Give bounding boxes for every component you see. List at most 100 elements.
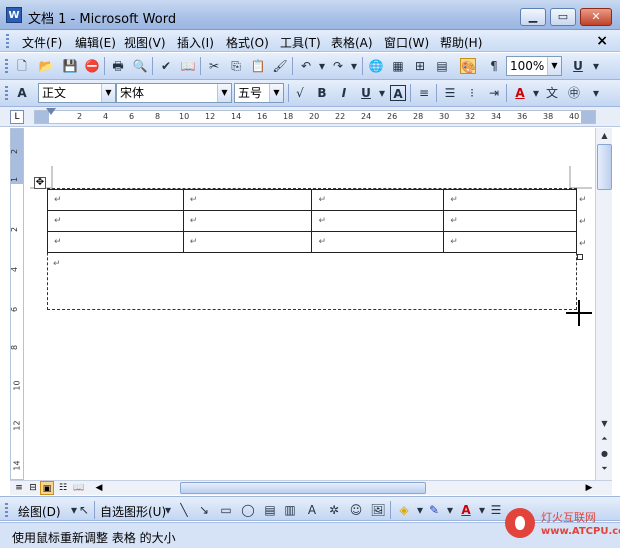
- line-color-icon[interactable]: ✎: [426, 502, 442, 518]
- print-layout-icon[interactable]: ▣: [40, 481, 54, 495]
- table-cell[interactable]: ↵: [311, 210, 445, 232]
- new-document-icon[interactable]: 🗋: [14, 58, 30, 74]
- undo-dropdown-icon[interactable]: ▾: [314, 58, 330, 74]
- close-document-button[interactable]: ×: [596, 33, 608, 49]
- undo-icon[interactable]: ↶: [298, 58, 314, 74]
- line-style-icon[interactable]: ☰: [488, 502, 504, 518]
- italic-button[interactable]: I: [336, 85, 352, 101]
- menu-insert[interactable]: 插入(I): [177, 34, 214, 51]
- chevron-down-icon[interactable]: ▼: [547, 57, 561, 75]
- wordart-icon[interactable]: A: [304, 502, 320, 518]
- table-cell[interactable]: ↵: [182, 210, 313, 232]
- toolbar-grip[interactable]: [5, 503, 8, 518]
- close-window-button[interactable]: ✕: [580, 8, 612, 26]
- styles-formatting-icon[interactable]: A: [14, 85, 30, 101]
- table-cell[interactable]: ↵: [47, 231, 184, 253]
- spelling-icon[interactable]: ✔: [158, 58, 174, 74]
- previous-page-icon[interactable]: ⏶: [597, 431, 612, 446]
- first-line-indent-marker[interactable]: [46, 108, 56, 115]
- normal-view-icon[interactable]: ≡: [12, 481, 26, 495]
- autoshapes-button[interactable]: 自选图形(U): [100, 503, 166, 520]
- insert-table-icon[interactable]: ⊞: [412, 58, 428, 74]
- char-border-button[interactable]: A: [390, 85, 406, 101]
- vertical-textbox-icon[interactable]: ▥: [282, 502, 298, 518]
- drawing-font-color-icon[interactable]: A: [458, 502, 474, 518]
- fill-color-icon[interactable]: ◈: [396, 502, 412, 518]
- hyperlink-icon[interactable]: 🌐: [368, 58, 384, 74]
- arrow-icon[interactable]: ↘: [196, 502, 212, 518]
- menu-format[interactable]: 格式(O): [226, 34, 269, 51]
- autoshapes-dropdown-icon[interactable]: ▾: [160, 502, 176, 518]
- underline-dropdown-icon[interactable]: ▾: [374, 85, 390, 101]
- drawing-icon[interactable]: 🎨: [460, 58, 476, 74]
- draw-menu-button[interactable]: 绘图(D): [18, 503, 61, 520]
- table-cell[interactable]: ↵: [311, 231, 445, 253]
- horizontal-ruler[interactable]: 2 4 6 8 10 12 14 16 18 20 22 24 26 28 30…: [34, 110, 596, 124]
- underline-button[interactable]: U: [358, 85, 374, 101]
- word-app-icon[interactable]: W: [6, 7, 22, 23]
- document-table[interactable]: ↵ ↵ ↵ ↵ ↵ ↵ ↵ ↵ ↵ ↵ ↵ ↵: [47, 189, 577, 253]
- toolbar-grip[interactable]: [5, 86, 8, 101]
- line-color-dropdown-icon[interactable]: ▾: [442, 502, 458, 518]
- menu-view[interactable]: 视图(V): [124, 34, 166, 51]
- insert-picture-icon[interactable]: 🖼: [370, 502, 386, 518]
- table-cell[interactable]: ↵: [182, 231, 313, 253]
- restore-button[interactable]: ▭: [550, 8, 576, 26]
- menu-edit[interactable]: 编辑(E): [75, 34, 116, 51]
- diagram-icon[interactable]: ✲: [326, 502, 342, 518]
- rectangle-icon[interactable]: ▭: [218, 502, 234, 518]
- style-select[interactable]: 正文 ▼: [38, 83, 116, 103]
- line-icon[interactable]: ╲: [176, 502, 192, 518]
- vertical-ruler[interactable]: 2 1 2 4 6 8 10 12 14: [10, 128, 24, 480]
- print-icon[interactable]: 🖶: [110, 58, 126, 74]
- chevron-down-icon[interactable]: ▼: [269, 84, 283, 102]
- paste-icon[interactable]: 📋: [250, 58, 266, 74]
- indent-icon[interactable]: ⇥: [486, 85, 502, 101]
- zoom-select[interactable]: 100% ▼: [506, 56, 562, 76]
- cut-icon[interactable]: ✂: [206, 58, 222, 74]
- show-hide-icon[interactable]: ¶: [486, 58, 502, 74]
- select-browse-object-icon[interactable]: ●: [597, 446, 612, 461]
- font-size-select[interactable]: 五号 ▼: [234, 83, 284, 103]
- redo-icon[interactable]: ↷: [330, 58, 346, 74]
- print-preview-icon[interactable]: 🔍: [132, 58, 148, 74]
- horizontal-scrollbar[interactable]: ≡ ⊟ ▣ ☷ 📖 ◀ ▶: [10, 480, 612, 495]
- table-cell[interactable]: ↵: [311, 189, 445, 211]
- scroll-thumb[interactable]: [180, 482, 426, 494]
- tables-borders-icon[interactable]: ▦: [390, 58, 406, 74]
- table-cell[interactable]: ↵: [47, 210, 184, 232]
- table-cell[interactable]: ↵: [443, 210, 577, 232]
- outline-view-icon[interactable]: ☷: [56, 481, 70, 495]
- table-cell[interactable]: ↵: [443, 231, 577, 253]
- numbering-icon[interactable]: ☰: [442, 85, 458, 101]
- underline-toolbar-icon[interactable]: U: [570, 58, 586, 74]
- scroll-thumb[interactable]: [597, 144, 612, 190]
- menu-tools[interactable]: 工具(T): [280, 34, 321, 51]
- scroll-up-icon[interactable]: ▲: [597, 128, 612, 143]
- table-move-handle[interactable]: ✥: [34, 177, 46, 189]
- menu-table[interactable]: 表格(A): [331, 34, 373, 51]
- insert-excel-icon[interactable]: ▤: [434, 58, 450, 74]
- chevron-down-icon[interactable]: ▼: [217, 84, 231, 102]
- format-painter-icon[interactable]: 🖌: [272, 58, 288, 74]
- scroll-right-icon[interactable]: ▶: [582, 481, 596, 495]
- table-resize-handle[interactable]: [577, 254, 583, 260]
- vertical-scrollbar[interactable]: ▲ ▼ ⏶ ● ⏷: [595, 128, 612, 480]
- tab-selector[interactable]: L: [10, 110, 24, 124]
- next-page-icon[interactable]: ⏷: [597, 461, 612, 476]
- minimize-button[interactable]: ▁: [520, 8, 546, 26]
- permission-icon[interactable]: ⛔: [84, 58, 100, 74]
- research-icon[interactable]: 📖: [180, 58, 196, 74]
- web-view-icon[interactable]: ⊟: [26, 481, 40, 495]
- toolbar-options-icon[interactable]: ▾: [588, 85, 604, 101]
- equation-icon[interactable]: √: [292, 85, 308, 101]
- table-cell[interactable]: ↵: [47, 189, 184, 211]
- menu-help[interactable]: 帮助(H): [440, 34, 482, 51]
- menubar-grip[interactable]: [6, 34, 9, 48]
- open-folder-icon[interactable]: 📂: [38, 58, 54, 74]
- save-icon[interactable]: 💾: [62, 58, 78, 74]
- scroll-down-icon[interactable]: ▼: [597, 416, 612, 431]
- font-select[interactable]: 宋体 ▼: [116, 83, 232, 103]
- bold-button[interactable]: B: [314, 85, 330, 101]
- select-objects-icon[interactable]: ↖: [76, 502, 92, 518]
